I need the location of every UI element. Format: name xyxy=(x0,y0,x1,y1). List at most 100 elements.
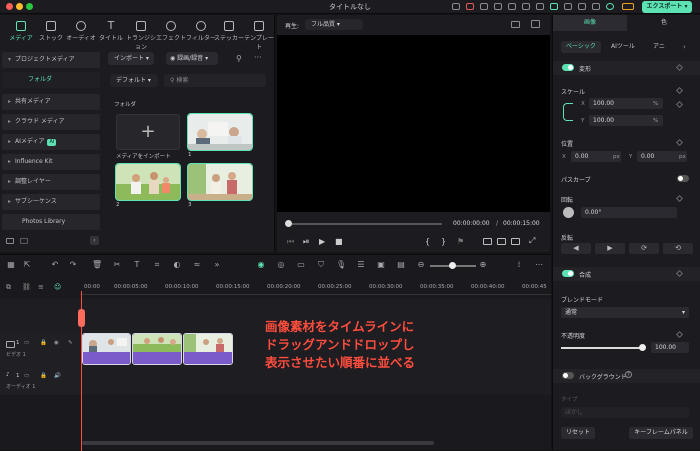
tab-templates[interactable]: テンプレート xyxy=(244,15,274,51)
filter-icon[interactable]: ⚲ xyxy=(236,54,246,63)
link-icon[interactable]: ⛓ xyxy=(22,283,31,291)
previous-frame-icon[interactable]: ⏮ xyxy=(287,237,294,247)
scrubber-handle[interactable] xyxy=(285,220,292,227)
monitor-icon[interactable] xyxy=(494,3,502,10)
mark-in-icon[interactable]: { xyxy=(425,237,430,246)
sidebar-item-shared-media[interactable]: ▸ 共有メディア xyxy=(2,94,100,110)
sidebar-item-cloud-media[interactable]: ▸ クラウド メディア xyxy=(2,114,100,130)
collapse-sidebar-icon[interactable]: ‹ xyxy=(90,236,99,245)
select-tool-icon[interactable]: ⇱ xyxy=(22,260,32,270)
search-input[interactable]: ⚲ 検索 xyxy=(164,74,266,87)
path-curve-toggle[interactable] xyxy=(677,175,689,182)
subtab-ai-tools[interactable]: AIツール xyxy=(611,41,635,53)
transform-toggle[interactable] xyxy=(562,64,574,71)
step-back-icon[interactable]: ⏯ xyxy=(303,237,309,247)
display-icon[interactable] xyxy=(483,238,492,245)
zoom-slider-handle[interactable] xyxy=(449,262,456,269)
rotate-field[interactable]: 0.00° xyxy=(581,207,677,218)
tab-stock[interactable]: ストック xyxy=(36,15,66,50)
preview-scrubber[interactable] xyxy=(287,223,442,225)
reset-button[interactable]: リセット xyxy=(561,427,595,439)
lock-icon[interactable]: 🔒 xyxy=(40,373,47,379)
grid-icon[interactable]: ▦ xyxy=(6,260,16,270)
sidebar-item-subsequence[interactable]: ▸ サブシーケンス xyxy=(2,194,100,210)
lock-icon[interactable]: 🔒 xyxy=(40,340,47,346)
sidebar-item-ai-media[interactable]: ▸ AIメディア AI xyxy=(2,134,100,150)
tab-transition[interactable]: トランジション xyxy=(126,15,156,51)
tab-color[interactable]: 色 xyxy=(627,15,700,31)
opacity-field[interactable]: 100.00 xyxy=(651,342,689,353)
more-options-icon[interactable]: ··· xyxy=(254,52,268,64)
flip-horizontal-icon[interactable]: ◀ xyxy=(561,243,591,254)
keyframe-icon[interactable] xyxy=(675,330,684,339)
tab-media[interactable]: メディア xyxy=(6,15,36,50)
gift-icon[interactable] xyxy=(466,3,474,10)
composite-toggle[interactable] xyxy=(562,270,574,277)
eye-icon[interactable]: ◉ xyxy=(54,340,59,346)
snap-icon[interactable]: ◉ xyxy=(256,260,266,270)
new-folder-icon[interactable] xyxy=(6,238,14,244)
opacity-slider-handle[interactable] xyxy=(639,344,646,351)
mute-icon[interactable]: ✎ xyxy=(68,340,73,346)
timeline-settings-icon[interactable]: ⋯ xyxy=(534,260,544,270)
shield-icon[interactable]: ⛉ xyxy=(316,260,326,270)
stop-icon[interactable]: ■ xyxy=(335,237,343,246)
chat-icon[interactable] xyxy=(592,3,600,10)
headset-icon[interactable] xyxy=(522,3,530,10)
help-icon[interactable]: ? xyxy=(625,371,632,378)
avatar[interactable] xyxy=(606,3,614,10)
sort-dropdown[interactable]: デフォルト ▾ xyxy=(110,74,158,87)
cloud-upload-icon[interactable] xyxy=(480,3,488,10)
rotate-left-icon[interactable]: ⟲ xyxy=(663,243,693,254)
auto-ripple-icon[interactable]: ◎ xyxy=(276,260,286,270)
export-button[interactable]: エクスポート ▾ xyxy=(642,1,692,13)
opacity-slider-track[interactable] xyxy=(561,347,643,349)
more-tools-icon[interactable]: » xyxy=(212,260,222,270)
audio-track-lane[interactable] xyxy=(80,371,551,395)
image-tool-icon[interactable]: ▤ xyxy=(396,260,406,270)
delete-icon[interactable]: 🗑 xyxy=(92,260,102,270)
timeline-clip-1[interactable] xyxy=(82,333,131,365)
speaker-icon[interactable]: 🔊 xyxy=(54,373,61,379)
fullscreen-icon[interactable]: ⤢ xyxy=(529,236,535,246)
crop-icon[interactable]: ⌗ xyxy=(152,260,162,270)
record-dropdown[interactable]: ◉ 録画/録音 ▾ xyxy=(166,52,218,65)
emoji-icon[interactable]: ☺ xyxy=(54,283,61,291)
scale-x-field[interactable]: 100.00 xyxy=(589,98,663,109)
camera-icon[interactable] xyxy=(578,3,586,10)
import-media-tile[interactable]: + xyxy=(116,114,180,150)
rotate-dial[interactable] xyxy=(563,207,574,218)
tab-effects[interactable]: エフェクト xyxy=(156,15,186,50)
track-height-icon[interactable]: ≡ xyxy=(38,283,44,291)
tab-image[interactable]: 画像 xyxy=(553,15,627,31)
background-toggle[interactable] xyxy=(562,372,574,379)
sidebar-item-project-media[interactable]: ▾ プロジェクトメディア xyxy=(2,52,100,68)
add-track-icon[interactable]: ⧉ xyxy=(6,283,11,292)
sidebar-item-folder[interactable]: フォルダ xyxy=(2,72,100,88)
text-tool-icon[interactable]: T xyxy=(132,260,142,270)
grid-icon[interactable] xyxy=(536,3,544,10)
chevron-right-icon[interactable]: › xyxy=(683,43,686,51)
subtab-basic[interactable]: ベーシック xyxy=(561,41,601,53)
flip-vertical-icon[interactable]: ▶ xyxy=(595,243,625,254)
zoom-in-icon[interactable]: ⊕ xyxy=(478,260,488,270)
camera-icon[interactable] xyxy=(497,238,506,245)
tab-audio[interactable]: オーディオ xyxy=(66,15,96,50)
account-icon[interactable] xyxy=(550,3,558,10)
home-icon[interactable] xyxy=(452,3,460,10)
keyframe-icon[interactable] xyxy=(675,194,684,203)
media-thumbnail-3[interactable] xyxy=(187,163,253,201)
tab-stickers[interactable]: ステッカー xyxy=(214,15,244,50)
save-icon[interactable] xyxy=(508,3,516,10)
playhead-marker[interactable] xyxy=(78,309,85,327)
sidebar-item-photos-library[interactable]: Photos Library xyxy=(2,214,100,230)
snapshot-icon[interactable] xyxy=(511,21,520,28)
sidebar-item-influence-kit[interactable]: ▸ Influence Kit xyxy=(2,154,100,170)
audio-wave-icon[interactable]: ≈ xyxy=(192,260,202,270)
screen-icon[interactable]: ▣ xyxy=(376,260,386,270)
zoom-out-icon[interactable]: ⊖ xyxy=(416,260,426,270)
volume-icon[interactable] xyxy=(511,238,520,245)
preview-canvas[interactable] xyxy=(277,35,550,212)
import-dropdown[interactable]: インポート ▾ xyxy=(108,52,154,65)
timeline-clip-3[interactable] xyxy=(183,333,233,365)
